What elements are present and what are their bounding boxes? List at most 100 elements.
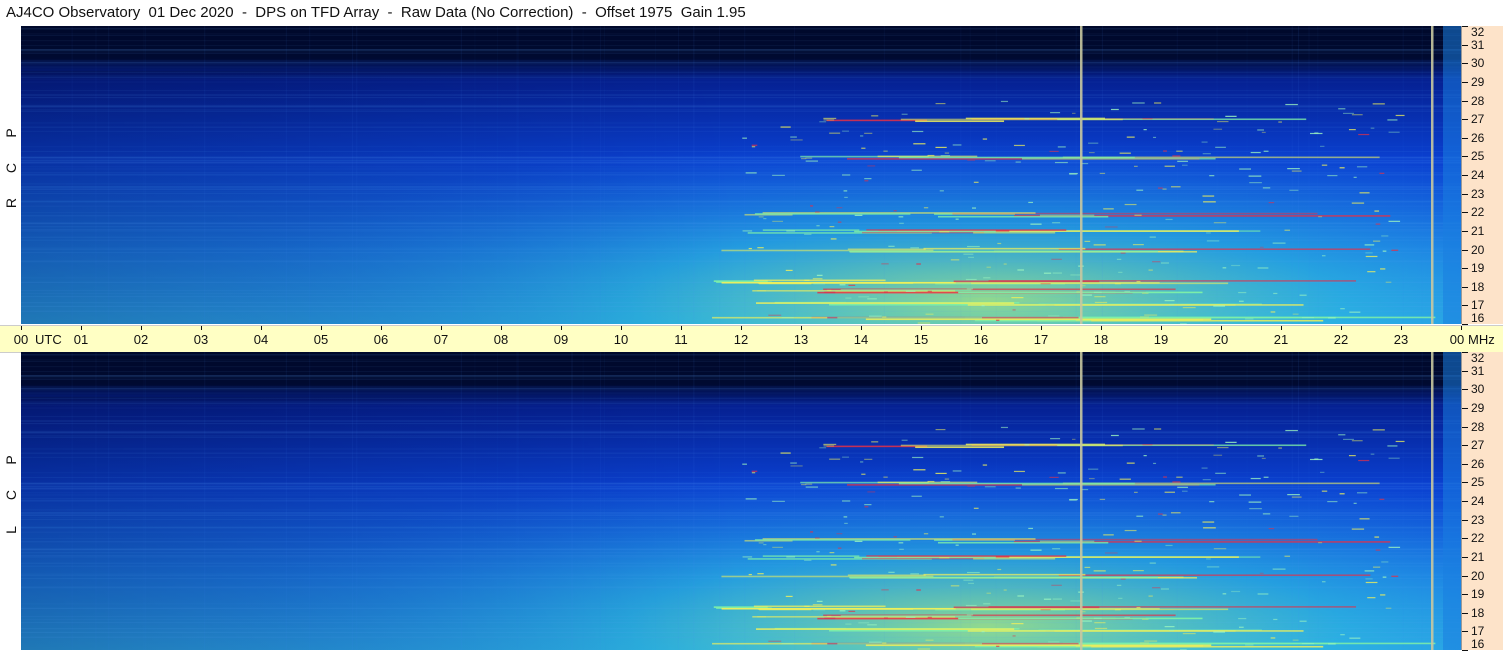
- signal-speckle: [1052, 272, 1062, 274]
- signal-speckle: [1261, 131, 1266, 134]
- signal-speckle: [898, 216, 904, 218]
- freq-tick-mark: [1462, 463, 1468, 465]
- signal-speckle: [888, 571, 895, 573]
- signal-speckle: [935, 102, 946, 105]
- signal-speckle: [1069, 172, 1078, 175]
- signal-speckle: [867, 298, 877, 300]
- signal-speckle: [1134, 214, 1142, 216]
- signal-speckle: [1222, 267, 1227, 269]
- time-tick-mark: [561, 326, 562, 330]
- freq-tick-label: 19: [1471, 587, 1485, 602]
- noise-column: [995, 352, 997, 650]
- signal-speckle: [1250, 477, 1261, 480]
- signal-streak: [757, 282, 914, 284]
- signal-speckle: [1099, 172, 1106, 175]
- noise-row: [21, 158, 1461, 160]
- freq-tick-label: 24: [1471, 168, 1485, 182]
- signal-speckle: [1338, 434, 1346, 436]
- signal-speckle: [939, 557, 950, 559]
- signal-speckle: [1268, 202, 1275, 204]
- signal-speckle: [912, 130, 924, 133]
- noise-column: [960, 26, 962, 324]
- signal-speckle: [871, 441, 879, 443]
- noise-column: [474, 352, 475, 650]
- noise-row: [21, 431, 1461, 433]
- signal-speckle: [1222, 593, 1227, 595]
- freq-tick-label: 16: [1471, 637, 1485, 651]
- signal-speckle: [1284, 229, 1291, 231]
- signal-speckle: [1365, 581, 1378, 584]
- signal-speckle: [1124, 529, 1137, 532]
- signal-speckle: [1231, 590, 1241, 593]
- noise-row: [21, 488, 1461, 490]
- signal-speckle: [1287, 494, 1300, 496]
- signal-streak: [900, 444, 1123, 447]
- noise-column: [1247, 26, 1248, 324]
- noise-row: [21, 71, 1461, 73]
- noise-column: [108, 352, 110, 650]
- time-tick-label: 07: [433, 332, 449, 347]
- time-tick-mark: [321, 326, 322, 330]
- signal-speckle: [813, 609, 826, 611]
- noise-column: [95, 26, 97, 324]
- signal-speckle: [1176, 150, 1183, 152]
- freq-tick-mark: [1462, 426, 1468, 428]
- signal-speckle: [1374, 210, 1380, 212]
- signal-speckle: [982, 138, 988, 140]
- noise-row: [21, 392, 1461, 394]
- signal-speckle: [1299, 294, 1307, 296]
- signal-speckle: [1012, 309, 1016, 311]
- signal-speckle: [1119, 152, 1131, 154]
- signal-speckle: [842, 174, 851, 176]
- signal-speckle: [829, 226, 835, 228]
- signal-streak: [953, 280, 1100, 283]
- signal-speckle: [1011, 297, 1024, 299]
- noise-row: [21, 404, 1461, 406]
- signal-speckle: [1072, 438, 1076, 440]
- signal-speckle: [1120, 578, 1126, 580]
- signal-streak: [847, 574, 926, 577]
- noise-row: [21, 514, 1461, 516]
- freq-tick-label: 29: [1471, 400, 1485, 415]
- signal-streak: [915, 120, 1005, 123]
- freq-tick-label: 28: [1471, 93, 1485, 108]
- signal-speckle: [955, 544, 959, 546]
- signal-speckle: [1003, 589, 1007, 591]
- signal-speckle: [1292, 639, 1299, 641]
- signal-speckle: [1084, 240, 1091, 243]
- noise-column: [883, 352, 885, 650]
- signal-speckle: [1248, 501, 1262, 503]
- signal-speckle: [1388, 457, 1400, 459]
- signal-speckle: [883, 150, 888, 152]
- signal-speckle: [1170, 186, 1181, 188]
- freq-tick-mark: [1462, 556, 1468, 558]
- signal-speckle: [1206, 232, 1211, 234]
- signal-speckle: [864, 178, 872, 180]
- freq-tick-mark: [1462, 482, 1468, 484]
- signal-speckle: [1215, 472, 1226, 474]
- noise-row: [21, 616, 1461, 618]
- signal-speckle: [1152, 261, 1161, 263]
- signal-speckle: [1328, 643, 1336, 645]
- time-tick-label: 13: [793, 332, 809, 347]
- signal-streak: [866, 555, 1067, 557]
- signal-speckle: [1070, 600, 1081, 602]
- noise-row: [21, 260, 1461, 262]
- noise-column: [677, 26, 679, 324]
- noise-column: [1402, 352, 1404, 650]
- utc-axis-label: UTC: [35, 332, 62, 347]
- signal-speckle: [1353, 502, 1357, 504]
- noise-row: [21, 374, 1461, 376]
- freq-tick-mark: [1462, 175, 1468, 176]
- time-tick-label: 08: [493, 332, 509, 347]
- noise-row: [21, 223, 1461, 225]
- signal-speckle: [1340, 634, 1345, 636]
- noise-column: [1298, 26, 1300, 324]
- signal-speckle: [1094, 627, 1108, 630]
- time-tick-label: 17: [1033, 332, 1049, 347]
- noise-row: [21, 486, 1461, 488]
- signal-speckle: [899, 222, 904, 224]
- freq-tick-label: 25: [1471, 149, 1485, 164]
- signal-speckle: [1257, 455, 1264, 457]
- noise-row: [21, 554, 1461, 556]
